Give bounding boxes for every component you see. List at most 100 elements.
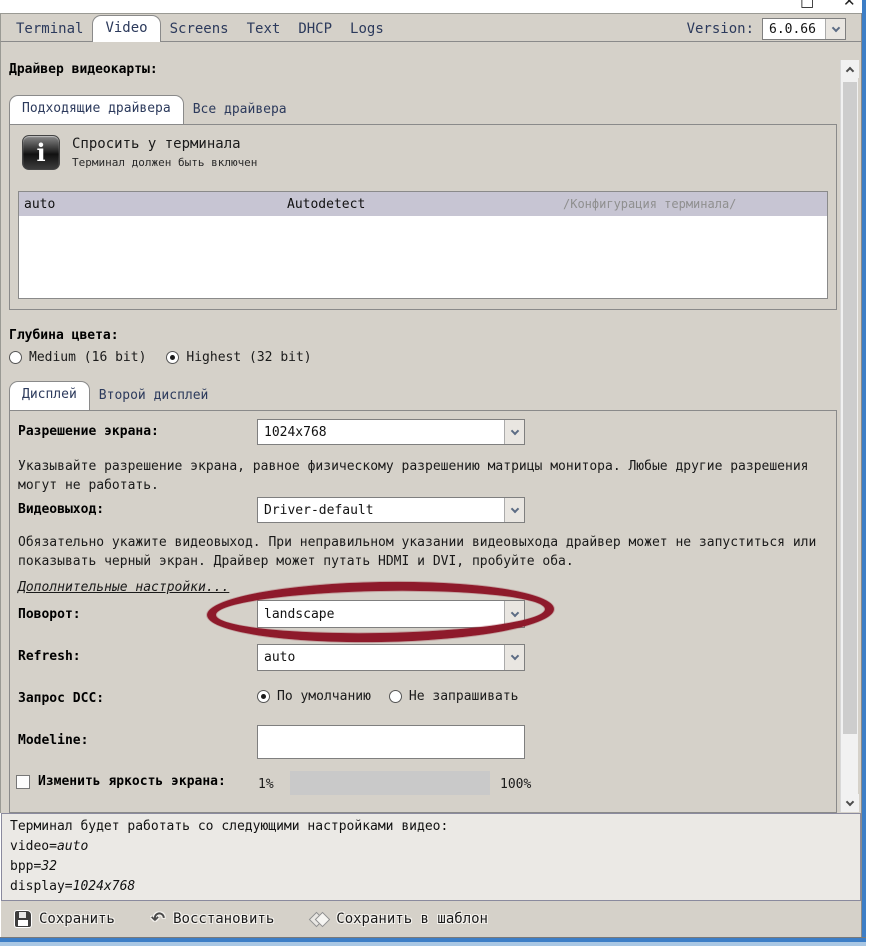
dcc-label: Запрос DCC: [18,691,104,706]
driver-name-cell: auto [19,197,287,212]
brightness-max: 100% [500,777,531,792]
radio-highest-label[interactable]: Highest (32 bit) [186,350,311,365]
summary-value: auto [57,839,88,854]
brightness-label[interactable]: Изменить яркость экрана: [38,774,226,789]
summary-line-display: display=1024x768 [10,877,852,897]
summary-value: 32 [41,859,57,874]
tab-dhcp[interactable]: DHCP [289,17,341,43]
brightness-row: Изменить яркость экрана: [16,774,226,789]
version-select[interactable]: 6.0.66 [762,18,846,40]
main-tabs: Terminal Video Screens Text DHCP Logs [7,16,393,43]
video-summary-panel: Терминал будет работать со следующими на… [1,813,861,901]
titlebar: □ ✕ [0,0,871,13]
output-label: Видеовыход: [18,502,104,517]
radio-dcc-none[interactable] [389,690,402,703]
tab-logs[interactable]: Logs [341,17,393,43]
save-button[interactable]: Сохранить [15,911,115,927]
tab-text[interactable]: Text [238,17,290,43]
modeline-label: Modeline: [18,733,88,748]
summary-key: display= [10,879,73,894]
summary-key: video= [10,839,57,854]
color-depth-options: Medium (16 bit) Highest (32 bit) [9,350,312,365]
radio-highest-32bit[interactable] [166,351,179,364]
resolution-label: Разрешение экрана: [18,424,159,439]
chevron-down-icon[interactable] [504,645,524,670]
modeline-input[interactable] [257,725,525,759]
display-tabs: Дисплей Второй дисплей [9,382,217,410]
driver-groupbox: i Спросить у терминала Терминал должен б… [9,124,837,310]
tab-second-display[interactable]: Второй дисплей [90,383,218,410]
refresh-label: Refresh: [18,649,81,664]
chevron-down-icon[interactable] [825,19,845,39]
footer-toolbar: Сохранить ↶ Восстановить Сохранить в шаб… [1,901,861,937]
chevron-down-icon[interactable] [504,420,524,444]
chevron-down-icon[interactable] [504,601,524,627]
driver-section-title: Драйвер видеокарты: [9,62,158,77]
chevron-down-icon[interactable] [504,498,524,522]
restore-button-label: Восстановить [173,911,274,927]
summary-intro: Терминал будет работать со следующими на… [10,817,852,837]
info-icon: i [22,135,60,170]
driver-description-cell: Autodetect [287,197,563,212]
video-settings-panel: Драйвер видеокарты: Подходящие драйвера … [0,42,862,813]
main-tab-bar: Terminal Video Screens Text DHCP Logs Ve… [0,13,862,42]
rotation-label: Поворот: [18,607,81,622]
scrollbar-up-icon[interactable] [841,60,859,78]
window-border-accent [862,0,866,941]
output-hint: Обязательно укажите видеовыход. При непр… [18,533,824,571]
resolution-value: 1024x768 [258,425,504,440]
tab-all-drivers[interactable]: Все драйвера [184,97,296,124]
restore-button[interactable]: ↶ Восстановить [151,911,274,927]
close-icon[interactable]: ✕ [843,0,856,10]
driver-tabs: Подходящие драйвера Все драйвера [9,96,296,124]
radio-medium-label[interactable]: Medium (16 bit) [29,350,146,365]
version-value: 6.0.66 [763,22,825,37]
tab-display[interactable]: Дисплей [9,381,90,411]
rotation-value: landscape [258,607,504,622]
driver-source-cell: /Конфигурация терминала/ [563,197,827,211]
tab-terminal[interactable]: Terminal [7,17,92,43]
undo-arrow-icon: ↶ [151,912,165,926]
resolution-hint: Указывайте разрешение экрана, равное физ… [18,457,824,495]
summary-line-video: video=auto [10,837,852,857]
save-template-button[interactable]: Сохранить в шаблон [310,911,488,927]
floppy-disk-icon [15,911,31,927]
brightness-min: 1% [258,777,274,792]
brightness-checkbox[interactable] [16,775,30,789]
radio-dcc-none-label[interactable]: Не запрашивать [409,689,519,704]
version-label: Version: [687,21,754,37]
save-template-label: Сохранить в шаблон [336,911,488,927]
save-button-label: Сохранить [39,911,115,927]
version-box: Version: 6.0.66 [687,18,846,40]
output-value: Driver-default [258,503,504,518]
summary-value: 1024x768 [73,879,136,894]
rotation-select[interactable]: landscape [257,600,525,628]
driver-list[interactable]: auto Autodetect /Конфигурация терминала/ [18,191,828,299]
color-depth-title: Глубина цвета: [9,328,119,343]
refresh-value: auto [258,650,504,665]
refresh-select[interactable]: auto [257,644,525,671]
tab-screens[interactable]: Screens [161,17,238,43]
radio-medium-16bit[interactable] [9,351,22,364]
output-select[interactable]: Driver-default [257,497,525,523]
driver-info-title: Спросить у терминала [72,136,241,152]
advanced-settings-link[interactable]: Дополнительные настройки... [18,580,229,595]
maximize-icon[interactable]: □ [800,0,814,10]
driver-list-row[interactable]: auto Autodetect /Конфигурация терминала/ [19,192,827,216]
tab-video[interactable]: Video [92,15,160,44]
template-icon [310,911,328,927]
scrollbar-down-icon[interactable] [841,794,859,812]
dcc-options: По умолчанию Не запрашивать [257,689,519,704]
vertical-scrollbar[interactable] [840,60,858,812]
display-groupbox: Разрешение экрана: 1024x768 Указывайте р… [9,410,837,813]
window-border-glow [0,942,866,946]
resolution-select[interactable]: 1024x768 [257,419,525,445]
radio-dcc-default-label[interactable]: По умолчанию [277,689,371,704]
radio-dcc-default[interactable] [257,690,270,703]
app-window: □ ✕ Terminal Video Screens Text DHCP Log… [0,0,871,946]
summary-line-bpp: bpp=32 [10,857,852,877]
tab-suitable-drivers[interactable]: Подходящие драйвера [9,95,184,125]
driver-info-subtitle: Терминал должен быть включен [72,156,257,169]
brightness-slider[interactable] [290,771,490,795]
scrollbar-thumb[interactable] [843,82,857,734]
